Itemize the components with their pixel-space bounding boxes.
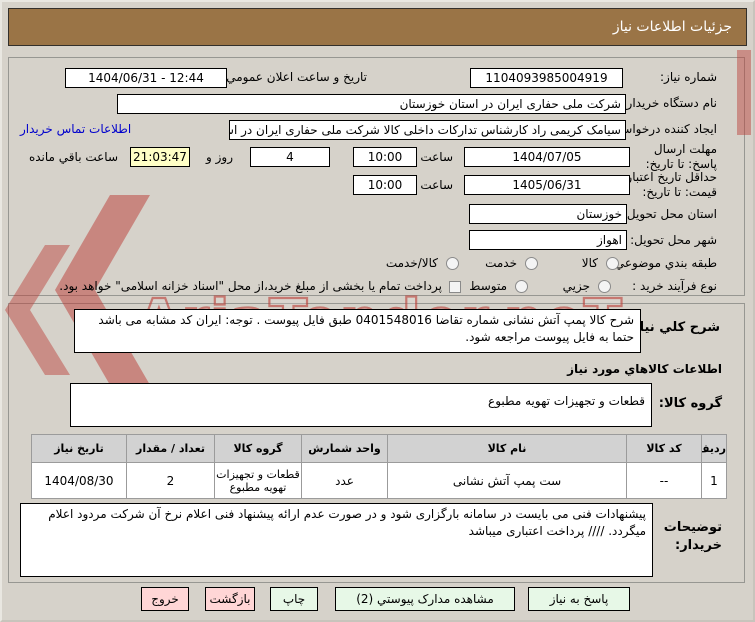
deadline-time-field[interactable]: 10:00 — [353, 147, 417, 167]
buyer-contact-link[interactable]: اطلاعات تماس خريدار — [20, 122, 131, 136]
creator-field[interactable]: سیامک کریمی راد کارشناس تدارکات داخلی کا… — [229, 120, 626, 140]
item-group-label: گروه كالا: — [658, 396, 722, 411]
treasury-payment-label: پرداخت تمام یا بخشی از مبلغ خرید،از محل … — [59, 279, 442, 293]
province-label: استان محل تحويل: — [622, 207, 717, 221]
table-row: 1 -- ست پمپ آتش نشانی عدد قطعات و تجهیزا… — [31, 462, 727, 499]
page-title: جزئيات اطلاعات نياز — [8, 8, 747, 46]
buyer-org-label: نام دستگاه خريدار: — [622, 96, 718, 110]
respond-button[interactable]: پاسخ به نياز — [528, 587, 630, 611]
view-attachments-button[interactable]: مشاهده مدارک پيوستي (2) — [335, 587, 515, 611]
cell-row-number: 1 — [701, 462, 727, 499]
radio-service[interactable] — [525, 257, 538, 270]
items-section-heading: اطلاعات كالاهاي مورد نياز — [567, 362, 722, 376]
province-field[interactable]: خوزستان — [469, 204, 627, 224]
radio-service-label: خدمت — [485, 256, 517, 270]
publish-datetime-label: تاريخ و ساعت اعلان عمومي: — [222, 70, 367, 84]
cell-need-date: 1404/08/30 — [31, 462, 127, 499]
buyer-notes-label: توضيحات خريدار: — [663, 520, 722, 554]
col-row-number: رديف — [701, 434, 727, 463]
radio-goods-label: کالا — [581, 256, 598, 270]
back-button[interactable]: بازگشت — [205, 587, 255, 611]
cell-item-code: -- — [626, 462, 702, 499]
deadline-days-field[interactable]: 4 — [250, 147, 330, 167]
deadline-hour-label: ساعت — [420, 150, 453, 164]
time-remaining-label: ساعت باقي مانده — [28, 150, 118, 164]
city-label: شهر محل تحويل: — [630, 233, 717, 247]
validity-time-field[interactable]: 10:00 — [353, 175, 417, 195]
validity-date-field[interactable]: 1405/06/31 — [464, 175, 630, 195]
validity-label: حداقل تاريخ اعتبار قيمت: تا تاريخ: — [626, 170, 717, 199]
col-quantity: تعداد / مقدار — [126, 434, 215, 463]
deadline-label: مهلت ارسال پاسخ: تا تاريخ: — [645, 142, 717, 171]
days-and-label: روز و — [206, 150, 233, 164]
cell-group: قطعات و تجهیزات تهویه مطبوع — [214, 462, 302, 499]
exit-button[interactable]: خروج — [141, 587, 189, 611]
radio-minor[interactable] — [598, 280, 611, 293]
col-need-date: تاريخ نياز — [31, 434, 127, 463]
item-group-field[interactable]: قطعات و تجهیزات تهویه مطبوع — [70, 383, 652, 427]
radio-minor-label: جزيي — [562, 279, 590, 293]
cell-item-name: ست پمپ آتش نشانی — [387, 462, 627, 499]
radio-goods[interactable] — [606, 257, 619, 270]
items-table: رديف کد کالا نام کالا واحد شمارش گروه کا… — [31, 434, 727, 499]
treasury-payment-checkbox[interactable] — [449, 281, 461, 293]
radio-goods-service-label: کالا/خدمت — [385, 256, 438, 270]
radio-goods-service[interactable] — [446, 257, 459, 270]
cell-unit: عدد — [301, 462, 388, 499]
radio-medium[interactable] — [515, 280, 528, 293]
print-button[interactable]: چاپ — [270, 587, 318, 611]
need-number-field[interactable]: 1104093985004919 — [470, 68, 623, 88]
items-table-header-row: رديف کد کالا نام کالا واحد شمارش گروه کا… — [31, 434, 727, 463]
buyer-notes-textarea[interactable]: پیشنهادات فنی می بایست در سامانه بارگزار… — [20, 503, 653, 577]
col-unit: واحد شمارش — [301, 434, 388, 463]
countdown-timer: 21:03:47 — [130, 147, 190, 167]
validity-hour-label: ساعت — [420, 178, 453, 192]
description-textarea[interactable]: شرح کالا پمپ آتش نشانی شماره تقاضا 04015… — [74, 309, 641, 353]
process-type-label: نوع فرآيند خريد : — [632, 279, 717, 293]
need-number-label: شماره نياز: — [660, 70, 717, 84]
cell-quantity: 2 — [126, 462, 215, 499]
publish-datetime-field[interactable]: 1404/06/31 - 12:44 — [65, 68, 227, 88]
buyer-org-field[interactable]: شرکت ملی حفاری ایران در استان خوزستان — [117, 94, 626, 114]
col-item-code: کد کالا — [626, 434, 702, 463]
city-field[interactable]: اهواز — [469, 230, 627, 250]
radio-medium-label: متوسط — [469, 279, 507, 293]
deadline-date-field[interactable]: 1404/07/05 — [464, 147, 630, 167]
col-group: گروه کالا — [214, 434, 302, 463]
col-item-name: نام کالا — [387, 434, 627, 463]
classification-label: طبقه بندي موضوعي: — [610, 256, 717, 270]
